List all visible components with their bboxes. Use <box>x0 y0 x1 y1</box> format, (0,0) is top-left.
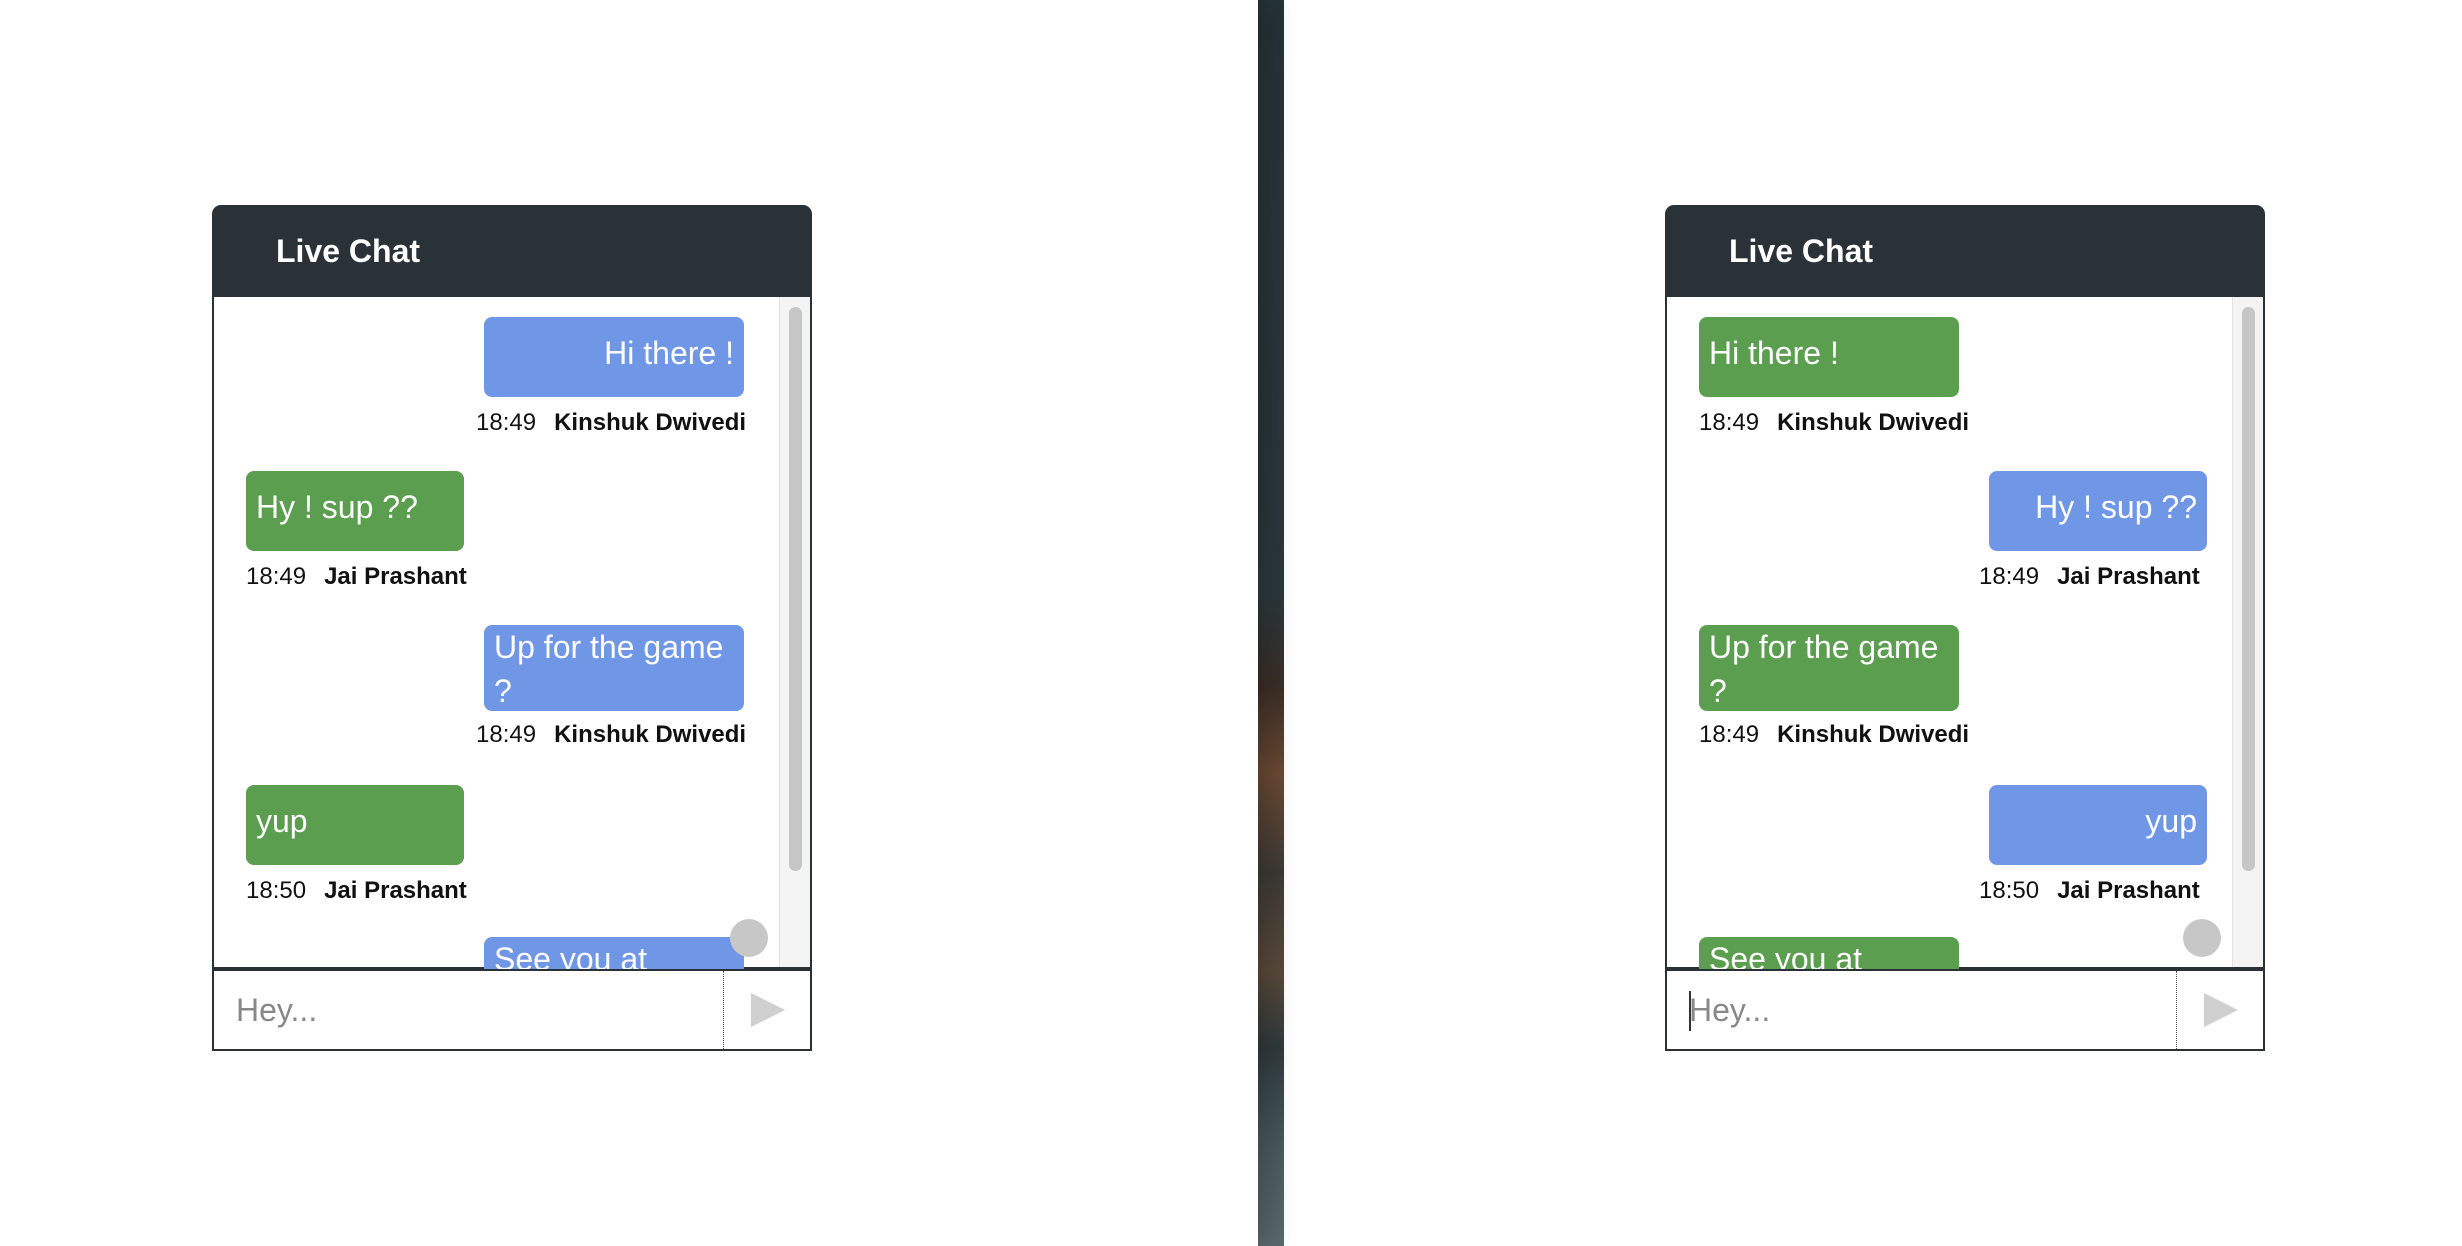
message-sender: Jai Prashant <box>2057 877 2200 904</box>
message-meta: 18:49 Kinshuk Dwivedi <box>1699 721 1969 749</box>
message-sender: Jai Prashant <box>324 877 467 904</box>
scrollbar[interactable] <box>779 297 810 967</box>
left-window: Live Chat Hi there ! 18:49 Kinshuk Dwived… <box>0 0 1258 1246</box>
message-meta: 18:49 Jai Prashant <box>246 563 467 591</box>
chat-header-title: Live Chat <box>1665 205 2265 297</box>
send-button[interactable] <box>2177 971 2263 1049</box>
message-bubble: Up for the game ? <box>484 625 744 711</box>
message-bubble: Hy ! sup ?? <box>246 471 464 551</box>
message-time: 18:49 <box>1699 721 1760 748</box>
live-chat-widget: Live Chat Hi there ! 18:49 Kinshuk Dwived… <box>212 205 812 1051</box>
message-meta: 18:49 Kinshuk Dwivedi <box>476 721 746 749</box>
chat-message-area[interactable]: Hi there ! 18:49 Kinshuk Dwivedi Hy ! sup… <box>1665 297 2265 969</box>
message-meta: 18:50 Jai Prashant <box>246 877 467 905</box>
message-sender: Jai Prashant <box>324 563 467 590</box>
message-time: 18:49 <box>246 563 307 590</box>
message-meta: 18:50 Jai Prashant <box>1979 877 2200 905</box>
message-list: Hi there ! 18:49 Kinshuk Dwivedi Hy ! sup… <box>214 297 784 969</box>
chat-input-bar <box>1665 969 2265 1051</box>
message-meta: 18:49 Kinshuk Dwivedi <box>476 409 746 437</box>
message-time: 18:49 <box>1699 409 1760 436</box>
message-bubble: Hi there ! <box>484 317 744 397</box>
message-input[interactable] <box>214 971 724 1049</box>
message-bubble: Hi there ! <box>1699 317 1959 397</box>
message-bubble: See you at <box>484 937 744 969</box>
message-sender: Kinshuk Dwivedi <box>1777 409 1970 436</box>
scrollbar-thumb[interactable] <box>789 307 802 871</box>
message-sender: Kinshuk Dwivedi <box>1777 721 1970 748</box>
scrollbar-thumb[interactable] <box>2242 307 2255 871</box>
window-divider <box>1258 0 1284 1246</box>
message-sender: Kinshuk Dwivedi <box>554 409 747 436</box>
chat-message-area[interactable]: Hi there ! 18:49 Kinshuk Dwivedi Hy ! sup… <box>212 297 812 969</box>
send-icon <box>2204 993 2238 1027</box>
right-window: Live Chat Hi there ! 18:49 Kinshuk Dwived… <box>1284 0 2462 1246</box>
message-time: 18:49 <box>476 409 537 436</box>
message-input[interactable] <box>1667 971 2177 1049</box>
live-chat-widget: Live Chat Hi there ! 18:49 Kinshuk Dwived… <box>1665 205 2265 1051</box>
message-bubble: See you at <box>1699 937 1959 969</box>
message-time: 18:49 <box>476 721 537 748</box>
chat-input-bar <box>212 969 812 1051</box>
text-cursor <box>1689 991 1691 1031</box>
message-time: 18:50 <box>1979 877 2040 904</box>
message-time: 18:49 <box>1979 563 2040 590</box>
message-bubble: yup <box>246 785 464 865</box>
message-meta: 18:49 Jai Prashant <box>1979 563 2200 591</box>
send-button[interactable] <box>724 971 810 1049</box>
message-meta: 18:49 Kinshuk Dwivedi <box>1699 409 1969 437</box>
message-list: Hi there ! 18:49 Kinshuk Dwivedi Hy ! sup… <box>1667 297 2237 969</box>
message-bubble: Hy ! sup ?? <box>1989 471 2207 551</box>
message-sender: Kinshuk Dwivedi <box>554 721 747 748</box>
message-bubble: yup <box>1989 785 2207 865</box>
scrollbar[interactable] <box>2232 297 2263 967</box>
message-time: 18:50 <box>246 877 307 904</box>
message-bubble: Up for the game ? <box>1699 625 1959 711</box>
chat-header-title: Live Chat <box>212 205 812 297</box>
message-sender: Jai Prashant <box>2057 563 2200 590</box>
send-icon <box>751 993 785 1027</box>
scroll-indicator-icon[interactable] <box>730 919 768 957</box>
scroll-indicator-icon[interactable] <box>2183 919 2221 957</box>
